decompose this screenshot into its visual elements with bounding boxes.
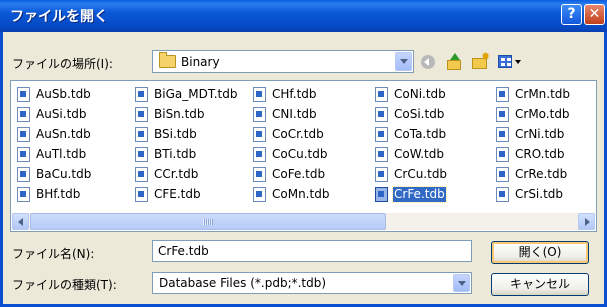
file-name: BTi.tdb (154, 147, 197, 161)
file-icon (17, 87, 30, 102)
file-name: BiGa_MDT.tdb (154, 87, 238, 101)
folder-icon (159, 52, 176, 68)
filename-input[interactable] (152, 240, 472, 262)
file-name: CRO.tdb (515, 147, 565, 161)
file-item[interactable]: CrCu.tdb (373, 165, 513, 185)
help-button[interactable]: ? (561, 4, 582, 25)
lookin-value: Binary (181, 55, 220, 69)
file-item[interactable]: AuSn.tdb (15, 125, 155, 145)
horizontal-scrollbar[interactable] (12, 213, 595, 230)
file-name: CoNi.tdb (394, 87, 446, 101)
filetype-dropdown[interactable]: Database Files (*.pdb;*.tdb) (152, 272, 472, 294)
title-bar[interactable]: ファイルを開く ? ✕ (0, 0, 607, 32)
file-name: CrFe.tdb (392, 186, 447, 203)
grip-icon (203, 219, 213, 225)
file-item[interactable]: AuSb.tdb (15, 85, 155, 105)
scroll-thumb[interactable] (30, 213, 386, 230)
file-name: CoFe.tdb (272, 167, 326, 181)
file-item[interactable]: BaCu.tdb (15, 165, 155, 185)
file-item[interactable]: CrFe.tdb (373, 185, 513, 205)
chevron-down-icon[interactable] (453, 274, 470, 292)
file-item[interactable]: BHf.tdb (15, 185, 155, 205)
open-button[interactable]: 開く(O) (491, 241, 589, 264)
file-name: CrCu.tdb (394, 167, 448, 181)
window-frame-left (0, 32, 3, 307)
file-item[interactable]: CoW.tdb (373, 145, 513, 165)
scroll-left-button[interactable] (12, 213, 29, 230)
file-name: CoTa.tdb (394, 127, 447, 141)
file-name: BiSn.tdb (154, 107, 205, 121)
file-item[interactable]: CoSi.tdb (373, 105, 513, 125)
file-icon (17, 127, 30, 142)
file-list[interactable]: CrMn.tdb CrMo.tdb CrNi.tdb CRO.tdb CrRe.tdb C… (10, 80, 597, 232)
file-name: BaCu.tdb (36, 167, 92, 181)
new-folder-icon[interactable]: ✸ (470, 51, 490, 72)
window-title: ファイルを開く (10, 9, 108, 25)
file-name: CrMo.tdb (515, 107, 570, 121)
file-name: CrNi.tdb (515, 127, 565, 141)
file-icon (17, 187, 30, 202)
filename-label: ファイル名(N): (12, 247, 95, 261)
file-name: CCr.tdb (154, 167, 199, 181)
scroll-right-button[interactable] (578, 213, 595, 230)
filetype-label: ファイルの種類(T): (12, 278, 117, 292)
file-name: AuSn.tdb (36, 127, 91, 141)
close-button[interactable]: ✕ (584, 4, 605, 25)
open-file-dialog: ファイルを開く ? ✕ ファイルの場所(I): Binary ✸ CrMn.td… (0, 0, 607, 307)
file-name: CrMn.tdb (515, 87, 571, 101)
file-name: CrRe.tdb (515, 167, 568, 181)
file-name: CFE.tdb (154, 187, 201, 201)
file-column: AuSb.tdb AuSi.tdb AuSn.tdb AuTl.tdb BaCu.tdb… (15, 85, 155, 205)
chevron-down-icon[interactable] (395, 52, 412, 71)
file-name: CoCr.tdb (272, 127, 324, 141)
file-item[interactable]: CoTa.tdb (373, 125, 513, 145)
file-icon (17, 147, 30, 162)
cancel-button[interactable]: キャンセル (491, 273, 589, 296)
file-icon (17, 167, 30, 182)
lookin-label: ファイルの場所(I): (12, 57, 113, 71)
file-name: CHf.tdb (272, 87, 317, 101)
file-icon (17, 107, 30, 122)
lookin-dropdown[interactable]: Binary (152, 50, 414, 73)
file-name: CoCu.tdb (272, 147, 328, 161)
file-name: BSi.tdb (154, 127, 197, 141)
file-name: CoSi.tdb (394, 107, 445, 121)
back-icon[interactable] (418, 52, 438, 72)
file-name: CoW.tdb (394, 147, 444, 161)
file-name: AuTl.tdb (36, 147, 87, 161)
views-menu-icon[interactable] (496, 52, 522, 72)
file-name: CrSi.tdb (515, 187, 564, 201)
file-item[interactable]: AuSi.tdb (15, 105, 155, 125)
file-name: BHf.tdb (36, 187, 81, 201)
filetype-value: Database Files (*.pdb;*.tdb) (159, 276, 327, 290)
file-item[interactable]: CoNi.tdb (373, 85, 513, 105)
file-item[interactable]: AuTl.tdb (15, 145, 155, 165)
file-name: CoMn.tdb (272, 187, 330, 201)
file-name: AuSi.tdb (36, 107, 87, 121)
file-name: AuSb.tdb (36, 87, 91, 101)
up-folder-icon[interactable] (444, 52, 464, 72)
file-column: CoNi.tdb CoSi.tdb CoTa.tdb CoW.tdb CrCu.tdb C… (373, 85, 513, 205)
file-name: CNI.tdb (272, 107, 317, 121)
